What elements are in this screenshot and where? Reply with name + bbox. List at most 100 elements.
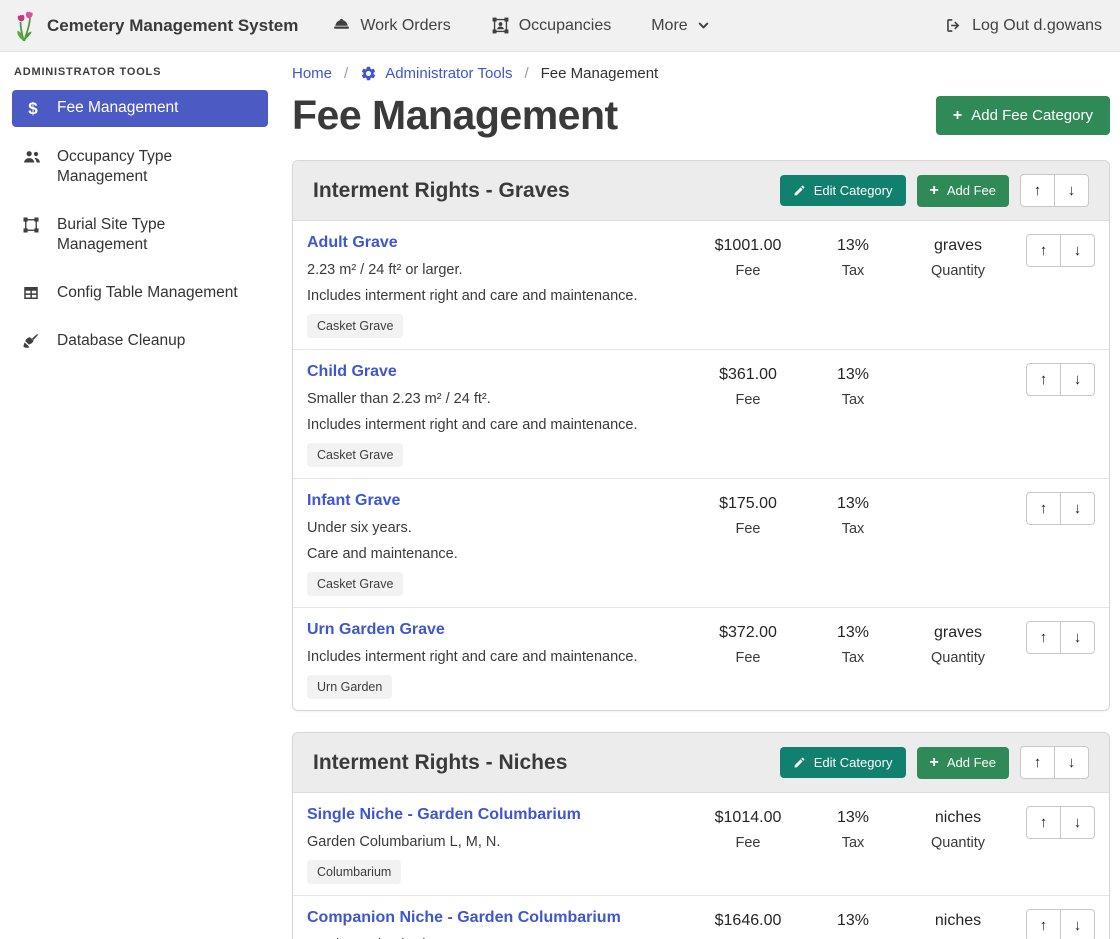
fee-tag: Columbarium	[307, 860, 401, 884]
fee-amount: $372.00	[689, 624, 807, 642]
fee-label: Fee	[689, 263, 807, 279]
category-header: Interment Rights - Niches Edit Category …	[293, 733, 1109, 793]
move-fee-up-button[interactable]: ↑	[1026, 806, 1061, 839]
fee-reorder-group: ↑ ↓	[1017, 492, 1095, 596]
move-fee-down-button[interactable]: ↓	[1060, 234, 1095, 267]
move-fee-up-button[interactable]: ↑	[1026, 363, 1061, 396]
add-fee-button[interactable]: + Add Fee	[917, 747, 1010, 779]
move-fee-down-button[interactable]: ↓	[1060, 363, 1095, 396]
fee-description: Includes interment right and care and ma…	[307, 417, 683, 433]
fee-description: Includes interment right and care and ma…	[307, 649, 683, 665]
move-fee-up-button[interactable]: ↑	[1026, 492, 1061, 525]
admin-sidebar: ADMINISTRATOR TOOLS $ Fee Management Occ…	[0, 52, 280, 939]
move-fee-down-button[interactable]: ↓	[1060, 621, 1095, 654]
quantity-unit: graves	[899, 624, 1017, 642]
breadcrumb-separator: /	[344, 65, 348, 82]
fee-tag: Casket Grave	[307, 443, 403, 467]
fee-label: Fee	[689, 392, 807, 408]
fee-tag: Casket Grave	[307, 314, 403, 338]
breadcrumb-separator: /	[524, 65, 528, 82]
breadcrumb-label: Home	[292, 65, 332, 82]
add-fee-button[interactable]: + Add Fee	[917, 175, 1010, 207]
sidebar-item-label: Database Cleanup	[57, 331, 185, 351]
move-fee-up-button[interactable]: ↑	[1026, 621, 1061, 654]
sidebar-item-label: Burial Site Type Management	[57, 215, 258, 255]
sidebar-item-fee-management[interactable]: $ Fee Management	[12, 90, 268, 127]
fee-name-link[interactable]: Child Grave	[307, 363, 397, 381]
breadcrumb-administrator-tools[interactable]: Administrator Tools	[360, 65, 512, 82]
tax-rate: 13%	[807, 624, 899, 642]
move-fee-up-button[interactable]: ↑	[1026, 234, 1061, 267]
move-category-up-button[interactable]: ↑	[1020, 174, 1055, 207]
sign-out-icon	[944, 16, 963, 35]
fee-reorder-group: ↑ ↓	[1017, 621, 1095, 699]
sidebar-item-burial-site-type-management[interactable]: Burial Site Type Management	[12, 207, 268, 263]
nav-work-orders[interactable]: Work Orders	[332, 16, 450, 35]
add-fee-category-label: Add Fee Category	[971, 107, 1093, 124]
add-fee-label: Add Fee	[947, 755, 996, 770]
nav-link-label: More	[651, 17, 687, 35]
breadcrumb-home[interactable]: Home	[292, 65, 332, 82]
edit-category-label: Edit Category	[814, 755, 893, 770]
fee-name-link[interactable]: Single Niche - Garden Columbarium	[307, 806, 581, 824]
fee-row-single-niche: Single Niche - Garden Columbarium Garden…	[293, 793, 1109, 895]
move-fee-up-button[interactable]: ↑	[1026, 909, 1061, 939]
add-fee-category-button[interactable]: + Add Fee Category	[936, 96, 1110, 135]
quantity-unit: niches	[899, 809, 1017, 827]
app-brand[interactable]: Cemetery Management System	[12, 9, 298, 42]
tax-label: Tax	[807, 392, 899, 408]
category-actions: Edit Category + Add Fee ↑ ↓	[780, 746, 1089, 779]
fee-amount: $361.00	[689, 366, 807, 384]
category-title: Interment Rights - Niches	[313, 751, 567, 775]
fee-description: Under six years.	[307, 520, 683, 536]
main-nav: Work Orders Occupancies More	[332, 16, 709, 35]
category-reorder-group: ↑ ↓	[1020, 746, 1089, 779]
fee-name-link[interactable]: Urn Garden Grave	[307, 621, 445, 639]
move-fee-down-button[interactable]: ↓	[1060, 492, 1095, 525]
edit-category-button[interactable]: Edit Category	[780, 747, 906, 778]
fee-row-child-grave: Child Grave Smaller than 2.23 m² / 24 ft…	[293, 349, 1109, 478]
fee-category-card-niches: Interment Rights - Niches Edit Category …	[292, 732, 1110, 939]
logout-link[interactable]: Log Out d.gowans	[944, 16, 1102, 35]
move-category-down-button[interactable]: ↓	[1054, 174, 1089, 207]
category-header: Interment Rights - Graves Edit Category …	[293, 161, 1109, 221]
move-fee-down-button[interactable]: ↓	[1060, 806, 1095, 839]
quantity-unit: niches	[899, 912, 1017, 930]
fee-description: Care and maintenance.	[307, 546, 683, 562]
breadcrumb: Home / Administrator Tools / Fee Managem…	[292, 65, 1110, 82]
move-category-up-button[interactable]: ↑	[1020, 746, 1055, 779]
nav-more[interactable]: More	[651, 17, 709, 35]
tax-label: Tax	[807, 521, 899, 537]
tax-rate: 13%	[807, 809, 899, 827]
edit-category-button[interactable]: Edit Category	[780, 175, 906, 206]
tax-label: Tax	[807, 835, 899, 851]
quantity-label: Quantity	[899, 650, 1017, 666]
sidebar-item-database-cleanup[interactable]: Database Cleanup	[12, 323, 268, 359]
chevron-down-icon	[697, 19, 710, 32]
logout-label: Log Out d.gowans	[972, 17, 1102, 35]
broom-icon	[22, 332, 44, 350]
sidebar-item-config-table-management[interactable]: Config Table Management	[12, 275, 268, 311]
move-fee-down-button[interactable]: ↓	[1060, 909, 1095, 939]
hard-hat-icon	[332, 16, 351, 35]
fee-name-link[interactable]: Infant Grave	[307, 492, 400, 510]
fee-name-link[interactable]: Companion Niche - Garden Columbarium	[307, 909, 621, 927]
add-fee-label: Add Fee	[947, 183, 996, 198]
nav-occupancies[interactable]: Occupancies	[491, 16, 612, 35]
sidebar-item-occupancy-type-management[interactable]: Occupancy Type Management	[12, 139, 268, 195]
fee-description: Smaller than 2.23 m² / 24 ft².	[307, 391, 683, 407]
vector-square-icon	[22, 216, 44, 234]
edit-category-label: Edit Category	[814, 183, 893, 198]
pencil-icon	[793, 184, 806, 197]
move-category-down-button[interactable]: ↓	[1054, 746, 1089, 779]
tax-label: Tax	[807, 650, 899, 666]
tax-rate: 13%	[807, 495, 899, 513]
fee-name-link[interactable]: Adult Grave	[307, 234, 398, 252]
fee-description: Garden Columbarium L, M, N.	[307, 834, 683, 850]
fee-amount: $1646.00	[689, 912, 807, 930]
tax-rate: 13%	[807, 912, 899, 930]
fee-amount: $1001.00	[689, 237, 807, 255]
sidebar-heading: ADMINISTRATOR TOOLS	[0, 64, 280, 90]
plus-icon: +	[930, 183, 939, 199]
breadcrumb-label: Administrator Tools	[385, 65, 512, 82]
